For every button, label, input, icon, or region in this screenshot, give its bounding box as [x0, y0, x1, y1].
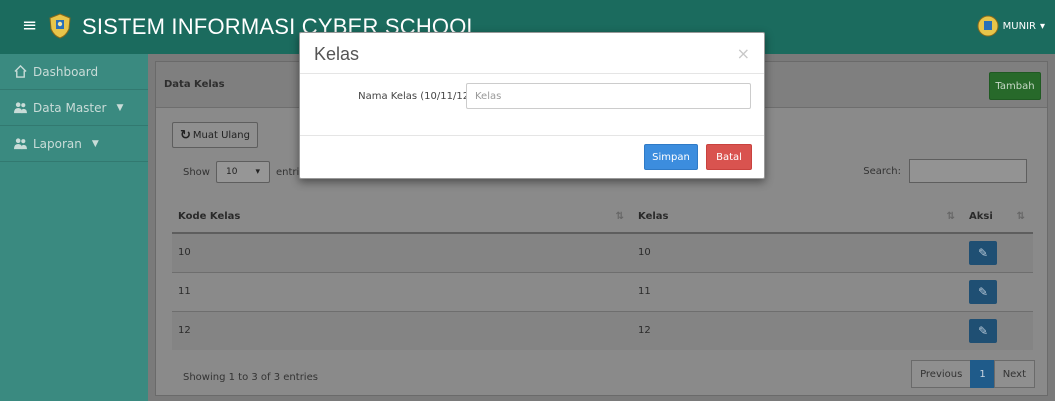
edit-button[interactable]: ✎ [969, 318, 997, 343]
next-page-button[interactable]: Next [993, 360, 1035, 388]
user-menu[interactable]: MUNIR ▾ [977, 12, 1045, 40]
save-button[interactable]: Simpan [644, 144, 698, 170]
cell-kode-kelas: 11 [172, 271, 632, 311]
page-button-1[interactable]: 1 [970, 360, 995, 388]
show-label: Show [183, 166, 210, 178]
sidebar-item-label: Data Master [33, 100, 107, 115]
home-icon [14, 65, 27, 78]
avatar [977, 15, 999, 37]
refresh-icon: ↻ [179, 127, 191, 143]
entries-length-control: Show 10 ▾ entries [183, 161, 311, 183]
sort-icon: ⇅ [1016, 211, 1025, 222]
reload-button[interactable]: ↻ Muat Ulang [172, 122, 258, 148]
entries-select-value: 10 [225, 167, 238, 177]
nama-kelas-input[interactable]: Kelas [466, 83, 751, 109]
column-header-kelas[interactable]: Kelas ⇅ [632, 201, 963, 234]
edit-button[interactable]: ✎ [969, 240, 997, 265]
users-icon [14, 138, 27, 150]
crest-logo-icon [49, 13, 71, 39]
kelas-modal: Kelas × Nama Kelas (10/11/12) Kelas Simp… [299, 32, 765, 179]
edit-button[interactable]: ✎ [969, 279, 997, 304]
sort-icon: ⇅ [946, 211, 955, 222]
sort-asc-icon: ⇅ [615, 211, 624, 222]
modal-title: Kelas [314, 44, 360, 64]
sidebar-item-label: Dashboard [33, 64, 99, 79]
chevron-down-icon: ▾ [255, 167, 260, 177]
caret-down-icon: ▼ [116, 102, 124, 113]
column-header-kode-kelas[interactable]: Kode Kelas ⇅ [172, 201, 632, 234]
cancel-button[interactable]: Batal [706, 144, 752, 170]
edit-icon: ✎ [977, 323, 989, 338]
table-row: 11 11 ✎ [172, 271, 1033, 311]
sidebar-item-laporan[interactable]: Laporan ▼ [0, 126, 148, 162]
modal-footer-divider [300, 135, 764, 136]
add-button[interactable]: Tambah [989, 72, 1041, 100]
modal-header-divider [300, 73, 764, 74]
search-input[interactable] [909, 159, 1027, 183]
search-label: Search: [863, 165, 901, 177]
close-icon[interactable]: × [737, 44, 750, 63]
cell-kelas: 12 [632, 310, 963, 350]
sidebar: Dashboard Data Master ▼ Laporan ▼ [0, 54, 148, 401]
cell-kelas: 10 [632, 232, 963, 272]
column-header-aksi[interactable]: Aksi ⇅ [963, 201, 1033, 234]
table-row: 10 10 ✎ [172, 232, 1033, 272]
user-name: MUNIR [1002, 20, 1036, 32]
nama-kelas-label: Nama Kelas (10/11/12) [358, 91, 473, 102]
cell-kode-kelas: 12 [172, 310, 632, 350]
entries-select[interactable]: 10 ▾ [215, 161, 270, 183]
chevron-down-icon: ▾ [1039, 20, 1045, 32]
edit-icon: ✎ [977, 245, 989, 260]
edit-icon: ✎ [977, 284, 989, 299]
caret-down-icon: ▼ [91, 138, 99, 149]
sidebar-item-dashboard[interactable]: Dashboard [0, 54, 148, 90]
cell-kelas: 11 [632, 271, 963, 311]
cell-kode-kelas: 10 [172, 232, 632, 272]
sidebar-item-data-master[interactable]: Data Master ▼ [0, 90, 148, 126]
kelas-table: Kode Kelas ⇅ Kelas ⇅ Aksi ⇅ 10 10 ✎ 11 1… [172, 201, 1033, 350]
panel-title: Data Kelas [164, 79, 225, 90]
table-info: Showing 1 to 3 of 3 entries [183, 372, 318, 383]
previous-page-button[interactable]: Previous [911, 360, 972, 388]
table-row: 12 12 ✎ [172, 310, 1033, 350]
sidebar-item-label: Laporan [33, 136, 82, 151]
users-icon [14, 102, 27, 114]
pagination: Previous 1 Next [911, 360, 1035, 388]
hamburger-icon[interactable]: ≡ [22, 12, 44, 40]
search-control: Search: [863, 159, 1027, 183]
reload-label: Muat Ulang [192, 129, 250, 141]
